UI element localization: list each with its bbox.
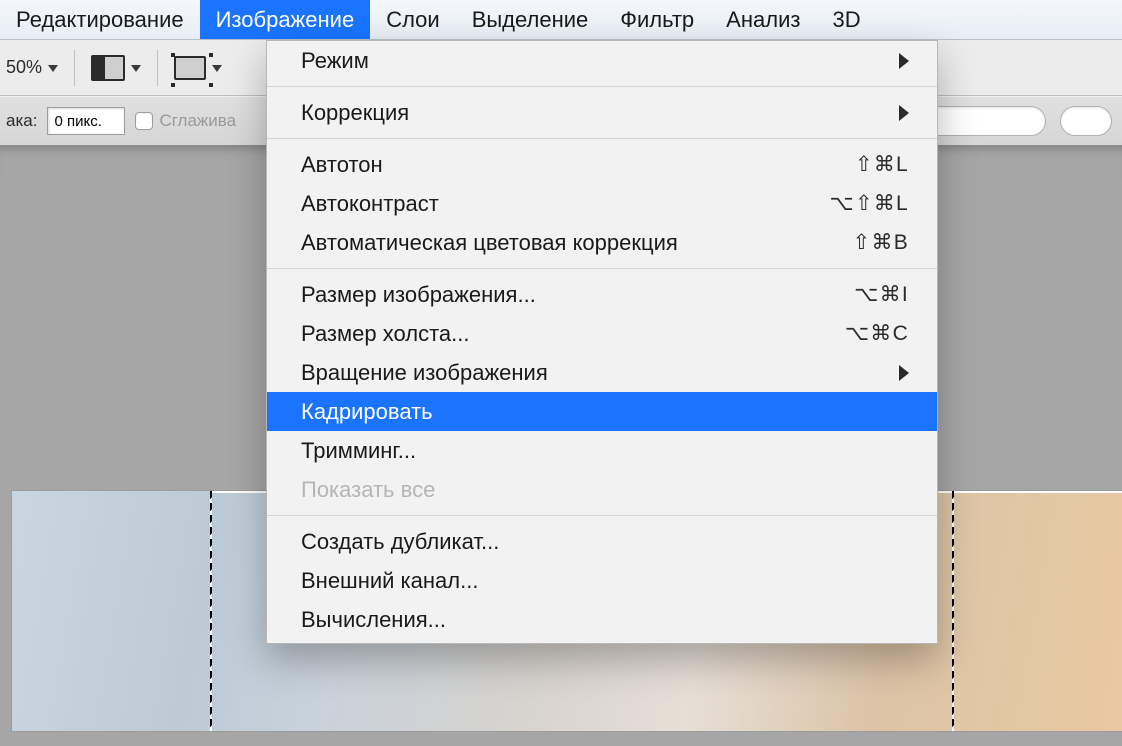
zoom-value: 50% [6, 57, 42, 78]
menu-image-size[interactable]: Размер изображения... ⌥⌘I [267, 275, 937, 314]
menu-item-label: Коррекция [301, 100, 409, 126]
arrange-docs-button[interactable] [174, 56, 222, 80]
menu-separator [267, 515, 937, 516]
menu-3d[interactable]: 3D [816, 0, 876, 39]
menu-trim[interactable]: Тримминг... [267, 431, 937, 470]
menu-item-label: Вращение изображения [301, 360, 548, 386]
menu-analysis[interactable]: Анализ [710, 0, 816, 39]
menubar: Редактирование Изображение Слои Выделени… [0, 0, 1122, 40]
menu-item-label: Размер изображения... [301, 282, 536, 308]
menu-shortcut: ⌥⌘I [854, 282, 909, 307]
antialias-option[interactable]: Сглажива [135, 111, 236, 131]
arrange-docs-icon [174, 56, 206, 80]
image-menu-dropdown: Режим Коррекция Автотон ⇧⌘L Автоконтраст… [266, 40, 938, 644]
menu-canvas-size[interactable]: Размер холста... ⌥⌘C [267, 314, 937, 353]
divider [74, 50, 75, 86]
menu-item-label: Внешний канал... [301, 568, 478, 594]
menu-layers[interactable]: Слои [370, 0, 456, 39]
menu-item-label: Автоматическая цветовая коррекция [301, 230, 678, 256]
menu-item-label: Тримминг... [301, 438, 416, 464]
screen-mode-button[interactable] [91, 55, 141, 81]
menu-mode[interactable]: Режим [267, 41, 937, 80]
extra-field[interactable] [1060, 106, 1112, 136]
menu-autocolor[interactable]: Автоматическая цветовая коррекция ⇧⌘B [267, 223, 937, 262]
menu-apply-image[interactable]: Внешний канал... [267, 561, 937, 600]
menu-item-label: Вычисления... [301, 607, 446, 633]
feather-label: ака: [6, 111, 37, 131]
submenu-arrow-icon [899, 105, 909, 121]
menu-separator [267, 86, 937, 87]
menu-item-label: Размер холста... [301, 321, 469, 347]
antialias-label: Сглажива [159, 111, 236, 131]
menu-select[interactable]: Выделение [456, 0, 605, 39]
menu-shortcut: ⌥⌘C [845, 321, 909, 346]
submenu-arrow-icon [899, 53, 909, 69]
menu-shortcut: ⌥⇧⌘L [829, 191, 909, 216]
chevron-down-icon [48, 65, 58, 72]
menu-separator [267, 138, 937, 139]
menu-filter[interactable]: Фильтр [604, 0, 710, 39]
menu-shortcut: ⇧⌘B [853, 230, 909, 255]
menu-shortcut: ⇧⌘L [855, 152, 909, 177]
feather-input[interactable] [47, 107, 125, 135]
menu-crop[interactable]: Кадрировать [267, 392, 937, 431]
screen-mode-icon [91, 55, 125, 81]
menu-image-rotation[interactable]: Вращение изображения [267, 353, 937, 392]
menu-reveal-all: Показать все [267, 470, 937, 509]
menu-item-label: Автоконтраст [301, 191, 439, 217]
divider [157, 50, 158, 86]
menu-autotone[interactable]: Автотон ⇧⌘L [267, 145, 937, 184]
zoom-dropdown[interactable]: 50% [6, 57, 58, 78]
menu-item-label: Показать все [301, 477, 435, 503]
menu-item-label: Создать дубликат... [301, 529, 499, 555]
menu-item-label: Кадрировать [301, 399, 433, 425]
menu-duplicate[interactable]: Создать дубликат... [267, 522, 937, 561]
menu-edit[interactable]: Редактирование [0, 0, 200, 39]
menu-autocontrast[interactable]: Автоконтраст ⌥⇧⌘L [267, 184, 937, 223]
submenu-arrow-icon [899, 365, 909, 381]
menu-calculations[interactable]: Вычисления... [267, 600, 937, 639]
menu-item-label: Режим [301, 48, 369, 74]
menu-adjustments[interactable]: Коррекция [267, 93, 937, 132]
antialias-checkbox[interactable] [135, 112, 153, 130]
menu-item-label: Автотон [301, 152, 383, 178]
chevron-down-icon [212, 65, 222, 72]
menu-image[interactable]: Изображение [200, 0, 371, 39]
menu-separator [267, 268, 937, 269]
chevron-down-icon [131, 65, 141, 72]
